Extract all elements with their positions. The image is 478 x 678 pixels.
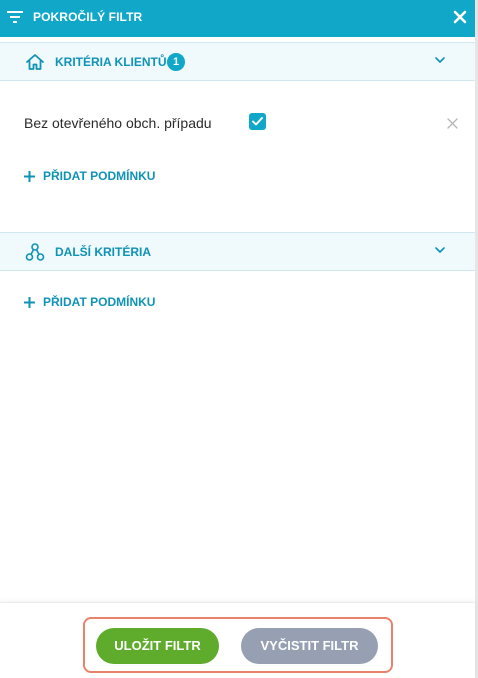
- section-title: KRITÉRIA KLIENTŮ: [55, 55, 167, 69]
- section-title: DALŠÍ KRITÉRIA: [55, 245, 151, 259]
- save-filter-button[interactable]: ULOŽIT FILTR: [96, 628, 219, 664]
- panel-header: POKROČILÝ FILTR: [0, 0, 475, 37]
- share-nodes-icon: [25, 243, 45, 261]
- advanced-filter-panel: POKROČILÝ FILTR KRITÉRIA KLIENTŮ 1 Bez o…: [0, 0, 478, 678]
- count-badge: 1: [167, 53, 185, 71]
- add-condition-label: PŘIDAT PODMÍNKU: [43, 295, 156, 309]
- remove-condition-icon[interactable]: [447, 118, 458, 129]
- chevron-down-icon[interactable]: [435, 57, 445, 64]
- home-icon: [26, 54, 44, 70]
- add-condition-button[interactable]: PŘIDAT PODMÍNKU: [24, 168, 155, 184]
- add-condition-button[interactable]: PŘIDAT PODMÍNKU: [24, 294, 155, 310]
- condition-checkbox[interactable]: [249, 113, 266, 130]
- panel-title: POKROČILÝ FILTR: [33, 10, 143, 24]
- filter-lines-icon[interactable]: [7, 11, 23, 23]
- panel-footer: ULOŽIT FILTR VYČISTIT FILTR: [0, 602, 475, 678]
- section-other-criteria[interactable]: DALŠÍ KRITÉRIA: [0, 232, 475, 271]
- condition-row: Bez otevřeného obch. případu: [0, 108, 475, 138]
- chevron-down-icon[interactable]: [435, 247, 445, 254]
- checkmark-icon: [252, 117, 263, 126]
- condition-label: Bez otevřeného obch. případu: [24, 115, 212, 131]
- close-icon[interactable]: [453, 10, 467, 24]
- clear-filter-button[interactable]: VYČISTIT FILTR: [241, 628, 378, 664]
- section-client-criteria[interactable]: KRITÉRIA KLIENTŮ 1: [0, 42, 475, 81]
- plus-icon: [24, 296, 35, 308]
- plus-icon: [24, 170, 35, 182]
- action-buttons-group: ULOŽIT FILTR VYČISTIT FILTR: [83, 617, 393, 673]
- add-condition-label: PŘIDAT PODMÍNKU: [43, 169, 156, 183]
